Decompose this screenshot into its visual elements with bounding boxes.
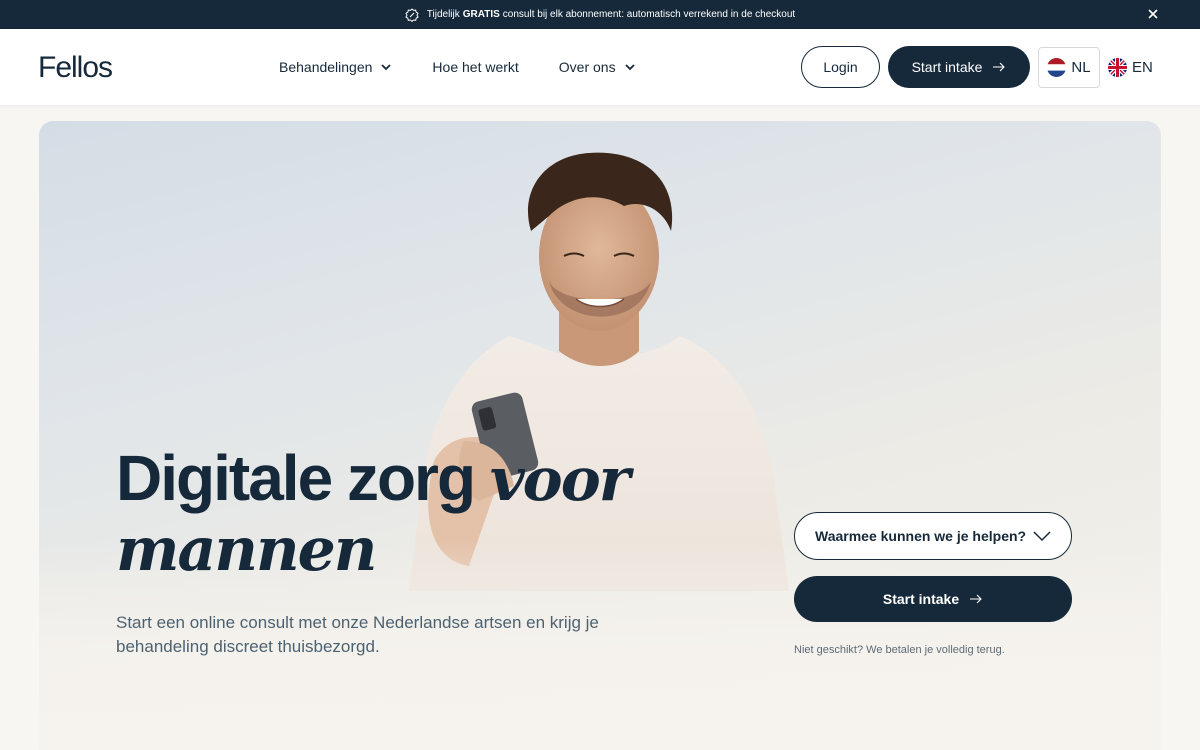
uk-flag-icon <box>1108 58 1127 77</box>
chevron-down-icon <box>1033 531 1051 542</box>
headline-plain: Digitale zorg <box>116 442 476 514</box>
announcement-bold: GRATIS <box>462 9 500 20</box>
chevron-down-icon <box>624 64 635 71</box>
site-header: Fellos Behandelingen Hoe het werkt Over … <box>0 29 1200 105</box>
nav-item-label: Behandelingen <box>279 59 373 75</box>
chevron-down-icon <box>381 64 392 71</box>
announcement-bar: Tijdelijk GRATIS consult bij elk abonnem… <box>0 0 1200 29</box>
nav-item-over-ons[interactable]: Over ons <box>559 59 636 75</box>
nav-item-behandelingen[interactable]: Behandelingen <box>279 59 392 75</box>
close-icon[interactable] <box>1146 7 1160 21</box>
start-intake-label: Start intake <box>911 59 983 75</box>
nav-item-label: Hoe het werkt <box>432 59 519 75</box>
announcement-prefix: Tijdelijk <box>426 9 460 20</box>
login-button[interactable]: Login <box>801 46 880 88</box>
announcement-suffix: consult bij elk abonnement: automatisch … <box>502 9 796 20</box>
language-en[interactable]: EN <box>1108 47 1160 88</box>
hero-start-intake-label: Start intake <box>882 591 960 607</box>
main-nav: Behandelingen Hoe het werkt Over ons <box>279 29 676 105</box>
arrow-right-icon <box>993 62 1006 72</box>
treatment-select-label: Waarmee kunnen we je helpen? <box>815 528 1027 544</box>
nav-item-hoe-het-werkt[interactable]: Hoe het werkt <box>432 59 518 75</box>
hero-headline: Digitale zorg voor mannen <box>116 444 656 584</box>
logo[interactable]: Fellos <box>38 51 113 85</box>
language-code: NL <box>1071 59 1091 76</box>
money-back-note: Niet geschikt? We betalen je volledig te… <box>794 644 1005 656</box>
arrow-right-icon <box>970 594 982 604</box>
nav-item-label: Over ons <box>558 59 616 75</box>
language-code: EN <box>1132 59 1153 76</box>
language-nl[interactable]: NL <box>1038 47 1100 88</box>
hero-section: Digitale zorg voor mannen Start een onli… <box>39 121 1161 750</box>
netherlands-flag-icon <box>1047 58 1067 77</box>
badge-icon <box>405 7 419 22</box>
hero-subtext: Start een online consult met onze Nederl… <box>116 613 599 656</box>
treatment-select[interactable]: Waarmee kunnen we je helpen? <box>794 512 1072 560</box>
hero-start-intake-button[interactable]: Start intake <box>794 576 1072 622</box>
start-intake-button[interactable]: Start intake <box>888 46 1030 88</box>
